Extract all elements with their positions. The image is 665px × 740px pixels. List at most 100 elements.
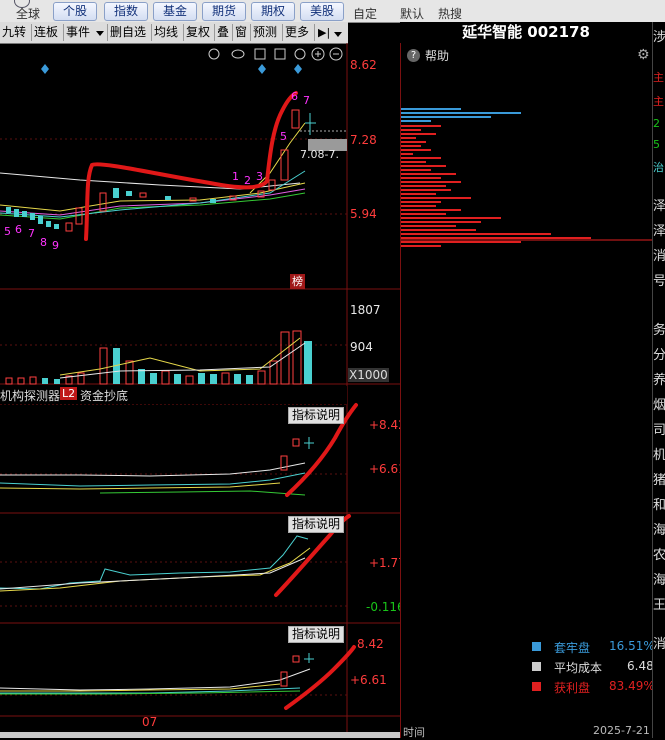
indicator-panel-1	[0, 437, 314, 496]
ind2-low-label: -0.116	[366, 600, 405, 614]
toolbar-item-jiuzhuan[interactable]: 九转	[0, 24, 32, 41]
toolbar-item-ma[interactable]: 均线	[152, 24, 184, 41]
toolbar-item-more[interactable]: 更多	[283, 24, 315, 41]
tab-us-stock[interactable]: 美股	[300, 2, 344, 21]
help-icon[interactable]: ?	[407, 49, 420, 62]
price-low-label: 5.94	[350, 207, 377, 221]
candle	[268, 179, 276, 191]
tab-globe[interactable]: 全球	[16, 5, 40, 22]
gear-icon[interactable]: ⚙	[637, 47, 650, 63]
candle	[210, 199, 216, 203]
side-char: 分	[653, 348, 665, 363]
help-label[interactable]: 帮助	[425, 47, 449, 64]
probe-tab[interactable]: 机构探测器	[0, 387, 60, 404]
seq-label: 3	[256, 170, 263, 183]
legend-label-trapped: 套牢盘	[554, 641, 591, 655]
candle	[54, 224, 59, 229]
candle	[6, 207, 11, 213]
toolbar-item-forecast[interactable]: 预测	[251, 24, 283, 41]
legend-swatch-avg-cost	[532, 662, 541, 671]
date-label: 07	[142, 715, 158, 729]
fund-bottom-tab[interactable]: 资金抄底	[80, 387, 128, 404]
legend-value-avg-cost: 6.48	[627, 659, 654, 673]
side-char: 消	[653, 637, 665, 652]
indicator-panel-3	[0, 653, 314, 695]
volume-bars	[5, 330, 312, 385]
candle	[113, 188, 119, 198]
date-partial-label: 2025-7-21	[593, 724, 650, 737]
side-char: 养	[653, 373, 665, 388]
side-char: 号	[653, 274, 665, 289]
bottom-strip	[0, 732, 400, 738]
seq-label: 1	[232, 170, 239, 183]
side-char: 王	[653, 598, 665, 613]
toolbar-item-lianban[interactable]: 连板	[32, 24, 64, 41]
tab-custom[interactable]: 自定	[353, 5, 377, 22]
toolbar-item-delete-watchlist[interactable]: 删自选	[108, 24, 152, 41]
seq-label: 2	[244, 174, 251, 187]
chart-toolbar: 九转 连板 事件 删自选 均线 复权 叠 窗 预测 更多 ▶|	[0, 22, 348, 44]
indicator-panel-2	[0, 535, 311, 592]
indicator-help-button[interactable]: 指标说明	[288, 407, 345, 424]
volume-mid-label: 904	[350, 340, 373, 354]
toolbar-item-adjust[interactable]: 复权	[184, 24, 215, 41]
price-high-label: 8.62	[350, 58, 377, 72]
candle	[46, 221, 51, 227]
chip-distribution-panel: ? 帮助 ⚙ 套牢盘 16.51% 平均成本 6.48 获利盘 83.49% 时…	[400, 43, 655, 739]
volume-high-label: 1807	[350, 303, 381, 317]
volume-unit-label: X1000	[348, 368, 389, 382]
side-char: 务	[653, 323, 665, 338]
side-char: 泽	[653, 224, 665, 239]
chart-tool-icons[interactable]	[208, 47, 343, 61]
chevron-down-icon[interactable]	[96, 31, 104, 36]
seq-label: 7	[28, 227, 35, 240]
volume-ma-line	[59, 337, 301, 376]
tab-fund[interactable]: 基金	[153, 2, 197, 21]
info-icon	[208, 48, 220, 60]
stock-title: 延华智能 002178	[400, 22, 652, 43]
seq-label: 7	[303, 94, 310, 107]
tab-default[interactable]: 默认	[400, 5, 424, 22]
seq-label: 5	[280, 130, 287, 143]
side-char: 司	[653, 423, 665, 438]
seq-label: 8	[40, 236, 47, 249]
top-tab-bar: 全球 个股 指数 基金 期货 期权 美股 自定 默认 热搜	[0, 0, 665, 23]
rank-badge[interactable]: 榜	[290, 274, 305, 289]
side-char: 机	[653, 448, 665, 463]
ind3-high-label: 8.42	[357, 637, 384, 651]
side-char: 猪	[653, 473, 665, 488]
tab-futures[interactable]: 期货	[202, 2, 246, 21]
legend-label-profit: 获利盘	[554, 681, 591, 695]
seq-label: 6	[291, 90, 298, 103]
tab-stock[interactable]: 个股	[53, 2, 97, 21]
candle	[139, 192, 147, 198]
expand-arrow-icon[interactable]: ▶|	[318, 26, 332, 40]
candle	[189, 197, 197, 202]
volume-ma-line	[59, 342, 306, 379]
candle	[38, 216, 43, 224]
indicator-help-button[interactable]: 指标说明	[288, 516, 345, 533]
side-char: 5	[653, 138, 660, 151]
tab-index[interactable]: 指数	[104, 2, 148, 21]
event-marker	[41, 64, 49, 74]
candle	[14, 209, 19, 217]
candle	[126, 191, 132, 196]
legend-swatch-trapped	[532, 642, 541, 651]
toolbar-item-window[interactable]: 窗	[233, 24, 251, 41]
candle	[30, 213, 35, 220]
toolbar-item-overlay[interactable]: 叠	[215, 24, 233, 41]
indicator-strip: 机构探测器 L2 资金抄底	[0, 386, 347, 404]
candle	[291, 109, 300, 129]
legend-label-avg-cost: 平均成本	[554, 661, 603, 675]
dropdown-arrow-icon[interactable]	[334, 32, 342, 37]
price-mid-label: 7.28	[350, 133, 377, 147]
refresh-icon	[294, 48, 306, 60]
tab-hot-search[interactable]: 热搜	[438, 5, 462, 22]
event-markers	[41, 64, 302, 74]
indicator-help-button[interactable]: 指标说明	[288, 626, 345, 643]
side-char: 烟	[653, 398, 665, 413]
chip-distribution-chart	[401, 108, 653, 247]
seq-label: 9	[52, 239, 59, 252]
side-char: 主	[653, 71, 664, 84]
tab-options[interactable]: 期权	[251, 2, 295, 21]
